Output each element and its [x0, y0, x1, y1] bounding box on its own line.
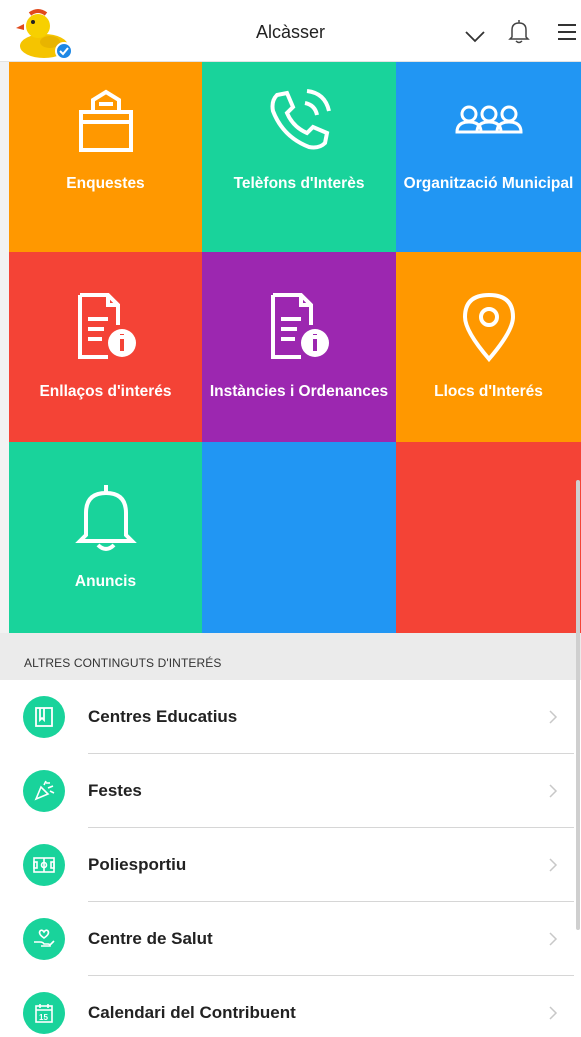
ballot-box-icon [51, 76, 161, 166]
tile-label: Llocs d'Interés [434, 383, 543, 400]
list-item-label: Centre de Salut [88, 929, 213, 948]
chevron-right-icon [548, 783, 558, 799]
list-item-label: Calendari del Contribuent [88, 1003, 296, 1022]
tile-telefons[interactable]: Telèfons d'Interès [202, 62, 396, 252]
calendar-icon: 15 [23, 992, 65, 1034]
list-item-centre-de-salut[interactable]: Centre de Salut [0, 902, 581, 976]
list-item-centres-educatius[interactable]: Centres Educatius [0, 680, 581, 754]
sports-field-icon [23, 844, 65, 886]
school-icon [23, 696, 65, 738]
section-title: ALTRES CONTINGUTS D'INTERÉS [24, 656, 222, 670]
phone-icon [244, 76, 354, 166]
bell-icon[interactable] [506, 18, 532, 44]
tile-label: Anuncis [74, 573, 137, 590]
chevron-right-icon [548, 931, 558, 947]
list-item-label: Poliesportiu [88, 855, 187, 874]
list-item-label: Festes [88, 781, 142, 800]
content-list: Centres Educatius Festes Poliesportiu Ce… [0, 680, 581, 1037]
tile-label: Organització Municipal [403, 175, 574, 192]
document-info-icon [51, 282, 161, 372]
tile-empty-blue [202, 442, 396, 638]
tile-grid: Enquestes Telèfons d'Interès Organitzaci… [9, 62, 581, 638]
list-item-poliesportiu[interactable]: Poliesportiu [0, 828, 581, 902]
document-info-icon [244, 282, 354, 372]
chevron-right-icon [548, 709, 558, 725]
tile-organitzacio[interactable]: Organització Municipal [396, 62, 581, 252]
tile-instancies[interactable]: Instàncies i Ordenances [202, 252, 396, 447]
party-popper-icon [23, 770, 65, 812]
svg-text:15: 15 [39, 1013, 48, 1022]
top-bar: Alcàsser [0, 0, 581, 62]
tile-empty-red [396, 442, 581, 638]
list-item-label: Centres Educatius [88, 707, 238, 726]
tile-enquestes[interactable]: Enquestes [9, 62, 202, 252]
tile-enllacos[interactable]: Enllaços d'interés [9, 252, 202, 447]
chevron-right-icon [548, 857, 558, 873]
tile-label: Telèfons d'Interès [233, 175, 365, 192]
health-hand-icon [23, 918, 65, 960]
hamburger-menu-icon[interactable] [556, 22, 581, 42]
tile-label: Instàncies i Ordenances [209, 383, 389, 400]
tile-anuncis[interactable]: Anuncis [9, 442, 202, 638]
bell-icon [51, 472, 161, 562]
page-title: Alcàsser [255, 22, 326, 42]
scrollbar[interactable] [576, 480, 580, 930]
chevron-down-icon[interactable] [462, 27, 488, 45]
tile-llocs[interactable]: Llocs d'Interés [396, 252, 581, 447]
tile-label: Enquestes [66, 175, 145, 192]
section-header: ALTRES CONTINGUTS D'INTERÉS [0, 633, 581, 680]
people-icon [434, 76, 544, 166]
tile-label: Enllaços d'interés [39, 383, 172, 400]
list-item-festes[interactable]: Festes [0, 754, 581, 828]
location-pin-icon [434, 282, 544, 372]
list-item-calendari[interactable]: 15 Calendari del Contribuent [0, 976, 581, 1037]
chevron-right-icon [548, 1005, 558, 1021]
